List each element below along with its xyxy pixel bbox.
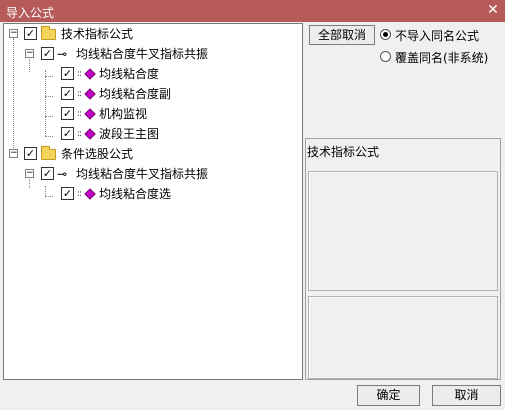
import-formula-dialog: 导入公式 ✕ − ✓ 技术指标公式 − ✓ ⊸ 均线粘合度牛叉指标共振 ✓::… (0, 0, 505, 410)
dots-icon: :: (77, 129, 82, 139)
folder-icon (41, 26, 56, 40)
collapse-icon[interactable]: − (9, 29, 18, 38)
diamond-icon (84, 188, 96, 200)
leaf-checkbox[interactable]: ✓ (61, 127, 74, 140)
dots-icon: :: (77, 89, 82, 99)
ok-button[interactable]: 确定 (357, 385, 420, 406)
leaf-label: 均线粘合度 (99, 67, 160, 81)
formula-label: 均线粘合度牛叉指标共振 (76, 47, 209, 61)
leaf-checkbox[interactable]: ✓ (61, 107, 74, 120)
option-radio-skip-duplicates[interactable] (380, 29, 391, 40)
option-label: 不导入同名公式 (395, 29, 480, 43)
preview-area (308, 171, 498, 291)
diamond-icon (84, 68, 96, 80)
formula-label: 均线粘合度牛叉指标共振 (76, 167, 209, 181)
leaf-checkbox[interactable]: ✓ (61, 187, 74, 200)
key-icon: ⊸ (57, 47, 67, 61)
formula-checkbox[interactable]: ✓ (41, 167, 54, 180)
leaf-label: 均线粘合度副 (99, 87, 172, 101)
deselect-all-button[interactable]: 全部取消 (309, 25, 375, 45)
diamond-icon (84, 88, 96, 100)
collapse-icon[interactable]: − (25, 169, 34, 178)
tree-leaf-item[interactable]: ✓ :: 机构监视 (4, 105, 300, 123)
tree-node-formula[interactable]: − ✓ ⊸ 均线粘合度牛叉指标共振 (4, 45, 300, 63)
formula-checkbox[interactable]: ✓ (41, 47, 54, 60)
leaf-label: 均线粘合度选 (99, 187, 172, 201)
window-title: 导入公式 (6, 6, 55, 20)
diamond-icon (84, 108, 96, 120)
leaf-checkbox[interactable]: ✓ (61, 87, 74, 100)
option-radio-overwrite[interactable] (380, 51, 391, 62)
tree-node-formula[interactable]: − ✓ ⊸ 均线粘合度牛叉指标共振 (4, 165, 300, 183)
leaf-label: 机构监视 (99, 107, 148, 121)
dots-icon: :: (77, 189, 82, 199)
tree-leaf-item[interactable]: ✓ :: 均线粘合度 (4, 65, 300, 83)
title-bar: 导入公式 ✕ (0, 0, 505, 22)
dots-icon: :: (77, 69, 82, 79)
info-panel: 技术指标公式 (305, 138, 501, 380)
group-checkbox[interactable]: ✓ (24, 147, 37, 160)
diamond-icon (84, 128, 96, 140)
cancel-button[interactable]: 取消 (432, 385, 501, 406)
option-label: 覆盖同名(非系统) (395, 51, 489, 65)
tree-leaf-item[interactable]: ✓ :: 均线粘合度选 (4, 185, 300, 203)
tree-node-stock-selection[interactable]: − ✓ 条件选股公式 (4, 145, 300, 163)
formula-tree[interactable]: − ✓ 技术指标公式 − ✓ ⊸ 均线粘合度牛叉指标共振 ✓ :: 均线粘合度 … (3, 23, 303, 380)
collapse-icon[interactable]: − (25, 49, 34, 58)
group-label: 技术指标公式 (61, 27, 134, 41)
group-checkbox[interactable]: ✓ (24, 27, 37, 40)
dots-icon: :: (77, 109, 82, 119)
leaf-label: 波段王主图 (99, 127, 160, 141)
leaf-checkbox[interactable]: ✓ (61, 67, 74, 80)
key-icon: ⊸ (57, 167, 67, 181)
close-icon[interactable]: ✕ (485, 2, 501, 18)
info-title: 技术指标公式 (307, 145, 380, 159)
group-label: 条件选股公式 (61, 147, 134, 161)
tree-leaf-item[interactable]: ✓ :: 均线粘合度副 (4, 85, 300, 103)
tree-leaf-item[interactable]: ✓ :: 波段王主图 (4, 125, 300, 143)
folder-icon (41, 146, 56, 160)
tree-node-technical-indicators[interactable]: − ✓ 技术指标公式 (4, 25, 300, 43)
description-area (308, 296, 498, 379)
collapse-icon[interactable]: − (9, 149, 18, 158)
